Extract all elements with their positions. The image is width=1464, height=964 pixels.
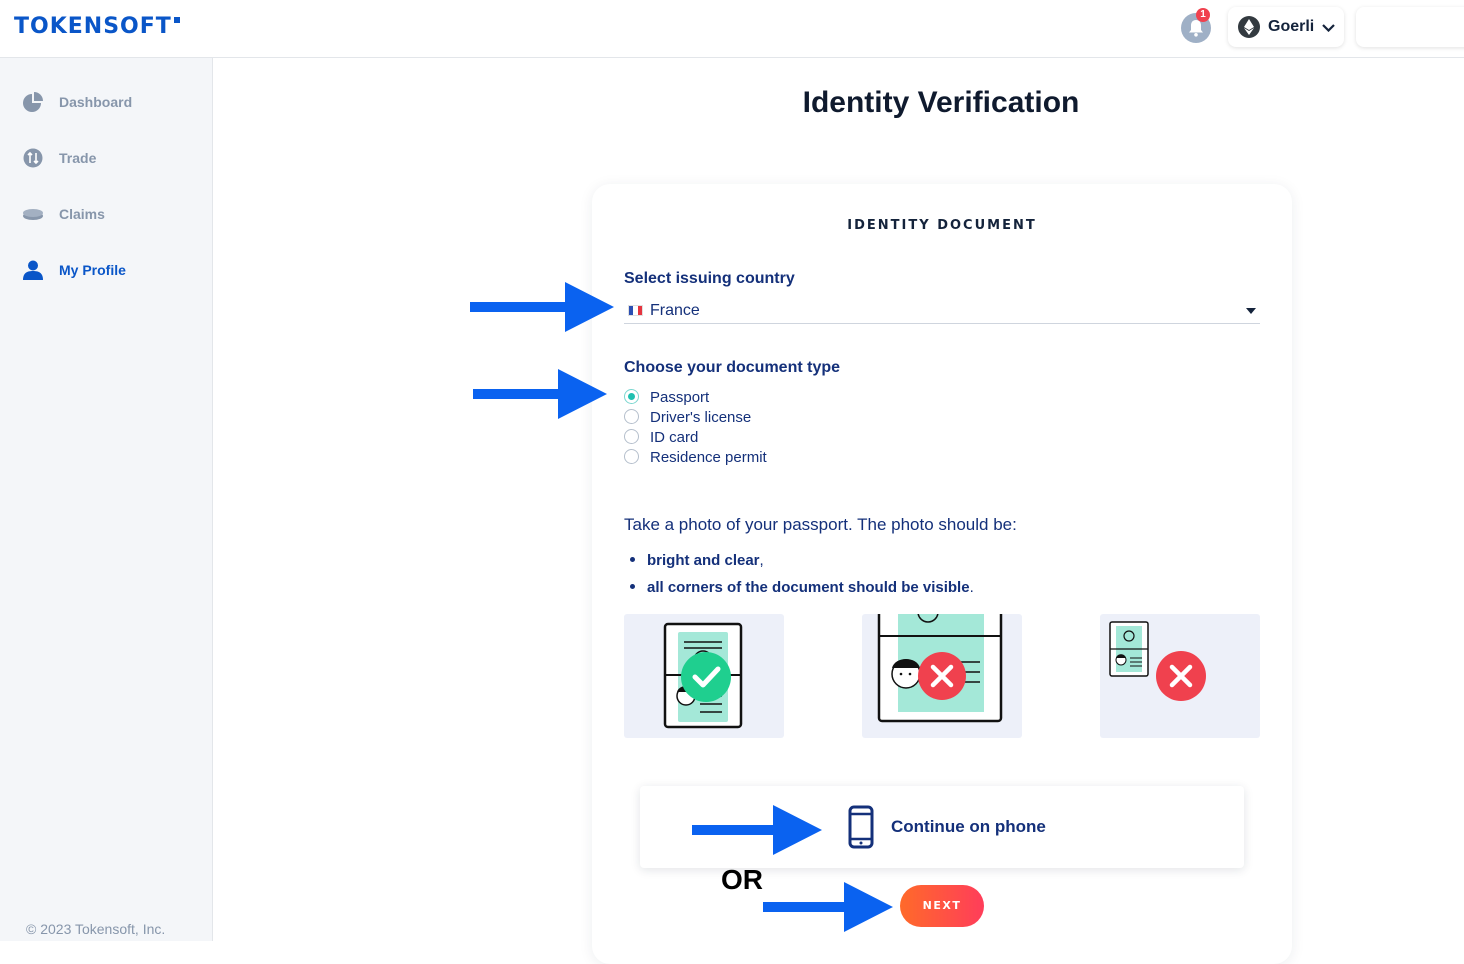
radio-label: Passport [650, 389, 710, 406]
bad-photo-cropped-example [862, 614, 1022, 738]
requirement-bullet: all corners of the document should be vi… [630, 579, 974, 596]
requirement-bold: all corners of the document should be vi… [647, 579, 970, 596]
annotation-arrow-icon [470, 282, 614, 332]
top-bar: TOKENSOFT 1 Goerli [0, 0, 1464, 58]
document-type-label: Choose your document type [624, 359, 841, 376]
sidebar-item-dashboard[interactable]: Dashboard [22, 90, 202, 114]
radio-button[interactable] [624, 409, 639, 424]
page-title: Identity Verification [802, 86, 1080, 119]
sidebar-item-label: My Profile [59, 262, 126, 278]
sidebar-item-label: Trade [59, 150, 97, 166]
good-photo-example [624, 614, 784, 738]
sidebar-item-trade[interactable]: Trade [22, 146, 202, 170]
sidebar-item-claims[interactable]: Claims [22, 202, 202, 226]
radio-label: Driver's license [650, 409, 752, 426]
next-button[interactable]: NEXT [900, 885, 984, 927]
radio-button[interactable] [624, 389, 639, 404]
logo-mark-icon [173, 17, 180, 23]
annotation-arrow-icon [763, 882, 893, 932]
requirement-bold: bright and clear [647, 552, 760, 569]
smartphone-icon [848, 805, 874, 854]
chevron-down-icon [1322, 19, 1335, 35]
radio-button[interactable] [624, 429, 639, 444]
radio-drivers-license[interactable]: Driver's license [624, 407, 924, 426]
photo-instructions: Take a photo of your passport. The photo… [624, 515, 1017, 534]
network-selector[interactable]: Goerli [1228, 7, 1344, 47]
requirement-rest: . [969, 579, 974, 596]
ethereum-icon [1238, 16, 1260, 38]
user-icon [22, 260, 44, 280]
section-title: IDENTITY DOCUMENT [847, 218, 1037, 233]
bad-photo-too-small-example [1100, 614, 1260, 738]
requirement-rest: , [759, 552, 764, 569]
requirement-bullet: bright and clear, [630, 552, 764, 569]
radio-residence-permit[interactable]: Residence permit [624, 447, 924, 466]
coins-icon [22, 204, 44, 224]
tokensoft-logo[interactable]: TOKENSOFT [14, 14, 180, 39]
radio-id-card[interactable]: ID card [624, 427, 924, 446]
sidebar-item-label: Claims [59, 206, 105, 222]
network-label: Goerli [1268, 18, 1315, 35]
sidebar-item-label: Dashboard [59, 94, 133, 110]
copyright-footer: © 2023 Tokensoft, Inc. [26, 921, 166, 937]
pie-chart-icon [22, 92, 44, 112]
sidebar: Dashboard Trade Claims My Profile © 2023… [0, 58, 213, 941]
notification-count-badge: 1 [1196, 8, 1210, 22]
or-annotation: OR [721, 864, 763, 895]
annotation-arrow-icon [473, 369, 607, 419]
radio-label: Residence permit [650, 449, 767, 466]
account-button[interactable] [1356, 7, 1464, 47]
radio-button[interactable] [624, 449, 639, 464]
radio-passport[interactable]: Passport [624, 387, 924, 406]
annotation-arrow-icon [692, 805, 822, 855]
country-select[interactable]: France [624, 300, 1260, 324]
country-select-value: France [650, 302, 700, 319]
sidebar-item-my-profile[interactable]: My Profile [22, 258, 202, 282]
continue-on-phone-label: Continue on phone [891, 817, 1046, 836]
radio-label: ID card [650, 429, 699, 446]
dropdown-arrow-icon [1246, 308, 1256, 314]
france-flag-icon [628, 305, 643, 316]
logo-text: TOKENSOFT [14, 14, 172, 39]
trade-icon [22, 148, 44, 168]
country-label: Select issuing country [624, 270, 795, 287]
